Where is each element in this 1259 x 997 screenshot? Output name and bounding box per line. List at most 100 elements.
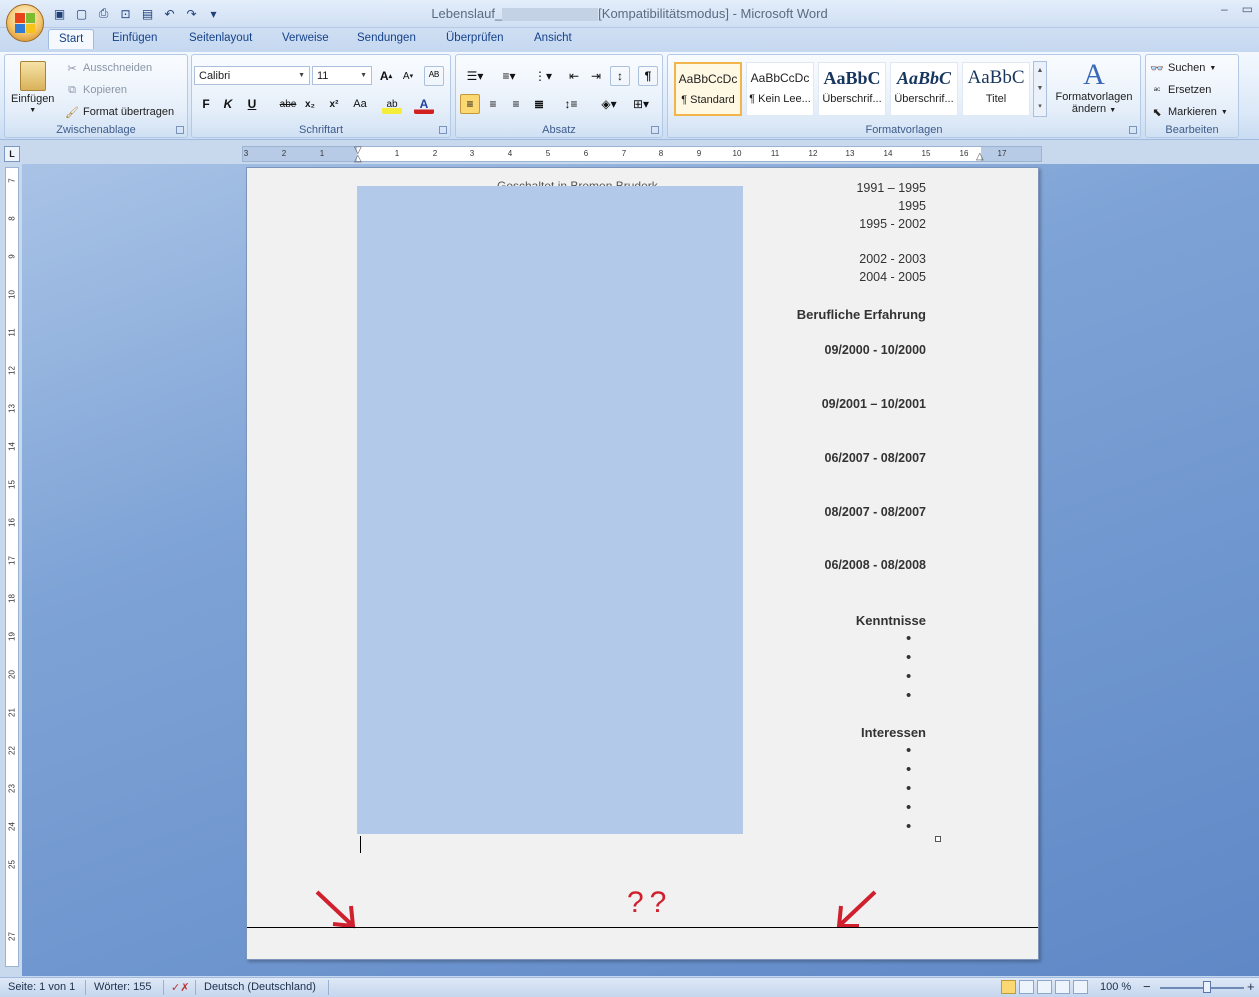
zoom-in-icon[interactable]: + xyxy=(1247,979,1255,994)
font-color-button[interactable]: A xyxy=(414,94,434,114)
draft-icon[interactable] xyxy=(1073,980,1088,994)
select-button[interactable]: ⬉ Markieren ▼ xyxy=(1150,105,1227,119)
grow-font-button[interactable]: A ▴ xyxy=(376,66,396,86)
multilevel-list-icon[interactable]: ⋮▾ xyxy=(528,66,558,86)
style-sample: AaBbCcDc xyxy=(678,72,738,86)
minimize-icon[interactable]: – xyxy=(1221,2,1228,16)
copy-icon: ⧉ xyxy=(68,83,76,96)
tab-verweise[interactable]: Verweise xyxy=(282,32,329,44)
zoom-slider-thumb[interactable] xyxy=(1203,981,1211,993)
copy-button[interactable]: ⧉ Kopieren xyxy=(65,83,127,97)
cut-button[interactable]: ✂ Ausschneiden xyxy=(65,61,152,75)
highlight-button[interactable]: ab xyxy=(382,94,402,114)
zoom-out-icon[interactable]: − xyxy=(1143,979,1151,994)
experience-date: 06/2008 - 08/2008 xyxy=(824,558,926,572)
styles-scroll[interactable]: ▲ ▼ ▾ xyxy=(1033,61,1047,117)
ruler-number: 10 xyxy=(7,290,17,299)
replace-label: Ersetzen xyxy=(1168,84,1212,96)
zoom-slider[interactable] xyxy=(1160,987,1244,989)
replace-button[interactable]: ᵃᶜ Ersetzen xyxy=(1150,83,1212,97)
tab-start[interactable]: Start xyxy=(48,29,95,49)
line-spacing-icon[interactable]: ↕≡ xyxy=(556,94,586,114)
shading-icon[interactable]: ◈▾ xyxy=(594,94,624,114)
office-logo-icon xyxy=(15,13,35,33)
justify-icon[interactable]: ≣ xyxy=(529,94,549,114)
ribbon-tabs: Start Einfügen Seitenlayout Verweise Sen… xyxy=(0,28,1259,52)
resize-handle-icon[interactable] xyxy=(935,836,941,842)
text-box[interactable] xyxy=(357,186,743,834)
horizontal-ruler[interactable]: 3 2 1 1 2 3 4 5 6 7 8 9 10 11 12 13 14 1… xyxy=(242,146,1042,164)
web-layout-icon[interactable] xyxy=(1037,980,1052,994)
font-name-combo[interactable]: Calibri ▼ xyxy=(194,66,310,85)
paragraph-group: ☰▾ ≡▾ ⋮▾ ⇤ ⇥ ↕ ¶ ≡ ≡ ≡ ≣ ↕≡ ◈▾ ⊞▾ Absatz xyxy=(455,54,663,138)
full-screen-reading-icon[interactable] xyxy=(1019,980,1034,994)
subscript-button[interactable]: x₂ xyxy=(300,94,320,114)
borders-icon[interactable]: ⊞▾ xyxy=(626,94,656,114)
pilcrow-icon[interactable]: ¶ xyxy=(638,66,658,86)
bullets-icon[interactable]: ☰▾ xyxy=(460,66,490,86)
strikethrough-button[interactable]: abe xyxy=(278,94,298,114)
right-indent-marker-icon[interactable]: △ xyxy=(976,151,984,162)
tab-ansicht[interactable]: Ansicht xyxy=(534,32,572,44)
left-indent-marker-icon[interactable]: ▽ △ xyxy=(354,146,362,164)
style-heading-1[interactable]: AaBbC Überschrif... xyxy=(818,62,886,116)
pointer-icon: ⬉ xyxy=(1152,106,1162,119)
style-name: ¶ Kein Lee... xyxy=(749,93,811,105)
underline-button[interactable]: U xyxy=(242,94,262,114)
align-left-icon[interactable]: ≡ xyxy=(460,94,480,114)
italic-button[interactable]: K xyxy=(218,94,238,114)
tab-ueberpruefen[interactable]: Überprüfen xyxy=(446,32,504,44)
tab-selector[interactable]: L xyxy=(4,146,20,162)
dialog-launcher-icon[interactable] xyxy=(176,126,184,134)
office-button[interactable] xyxy=(6,4,44,42)
outline-icon[interactable] xyxy=(1055,980,1070,994)
font-size-combo[interactable]: 11 ▼ xyxy=(312,66,372,85)
dialog-launcher-icon[interactable] xyxy=(651,126,659,134)
ruler-number: 11 xyxy=(770,149,780,158)
increase-indent-icon[interactable]: ⇥ xyxy=(586,66,606,86)
ruler-number: 18 xyxy=(7,594,17,603)
tab-einfuegen[interactable]: Einfügen xyxy=(112,32,157,44)
question-marks-annotation: ?? xyxy=(627,886,673,919)
tab-seitenlayout[interactable]: Seitenlayout xyxy=(189,32,252,44)
status-separator xyxy=(163,980,164,995)
footer-separator-line xyxy=(247,927,1038,928)
education-date: 1995 xyxy=(898,199,926,213)
ruler-right-margin xyxy=(981,147,1041,161)
clear-format-icon[interactable]: ᴬᴮ xyxy=(424,66,444,86)
status-separator xyxy=(85,980,86,995)
document-page[interactable]: Geschaltet in Bremen Bruderk 1991 – 1995… xyxy=(246,167,1039,960)
bold-button[interactable]: F xyxy=(196,94,216,114)
word-count[interactable]: Wörter: 155 xyxy=(94,981,151,993)
tab-sendungen[interactable]: Sendungen xyxy=(357,32,416,44)
numbering-icon[interactable]: ≡▾ xyxy=(494,66,524,86)
style-heading-2[interactable]: AaBbC Überschrif... xyxy=(890,62,958,116)
ribbon: Einfügen ▼ ✂ Ausschneiden ⧉ Kopieren 🖌 F… xyxy=(0,52,1259,140)
style-standard[interactable]: AaBbCcDc ¶ Standard xyxy=(674,62,742,116)
style-no-spacing[interactable]: AaBbCcDc ¶ Kein Lee... xyxy=(746,62,814,116)
find-button[interactable]: 👓 Suchen ▼ xyxy=(1150,61,1216,75)
format-painter-button[interactable]: 🖌 Format übertragen xyxy=(65,105,174,119)
sort-icon[interactable]: ↕ xyxy=(610,66,630,86)
editing-group-label: Bearbeiten xyxy=(1165,124,1219,136)
print-layout-icon[interactable] xyxy=(1001,980,1016,994)
paste-button[interactable]: Einfügen ▼ xyxy=(11,61,54,114)
page-indicator[interactable]: Seite: 1 von 1 xyxy=(8,981,75,993)
shrink-font-button[interactable]: A ▾ xyxy=(398,66,418,86)
align-center-icon[interactable]: ≡ xyxy=(483,94,503,114)
change-case-button[interactable]: Aa xyxy=(348,94,372,114)
proofing-icon[interactable]: ✓✗ xyxy=(171,981,189,994)
align-right-icon[interactable]: ≡ xyxy=(506,94,526,114)
maximize-icon[interactable]: ▭ xyxy=(1242,2,1253,16)
zoom-level[interactable]: 100 % xyxy=(1100,981,1131,993)
superscript-button[interactable]: x² xyxy=(324,94,344,114)
change-styles-button[interactable]: A Formatvorlagen ändern ▼ xyxy=(1052,59,1136,116)
dialog-launcher-icon[interactable] xyxy=(1129,126,1137,134)
dialog-launcher-icon[interactable] xyxy=(439,126,447,134)
decrease-indent-icon[interactable]: ⇤ xyxy=(564,66,584,86)
style-title[interactable]: AaBbC Titel xyxy=(962,62,1030,116)
language-indicator[interactable]: Deutsch (Deutschland) xyxy=(204,981,316,993)
vertical-ruler[interactable]: 7 8 9 10 11 12 13 14 15 16 17 18 19 20 2… xyxy=(5,167,19,967)
ruler-number: 19 xyxy=(7,632,17,641)
education-date: 2004 - 2005 xyxy=(859,270,926,284)
